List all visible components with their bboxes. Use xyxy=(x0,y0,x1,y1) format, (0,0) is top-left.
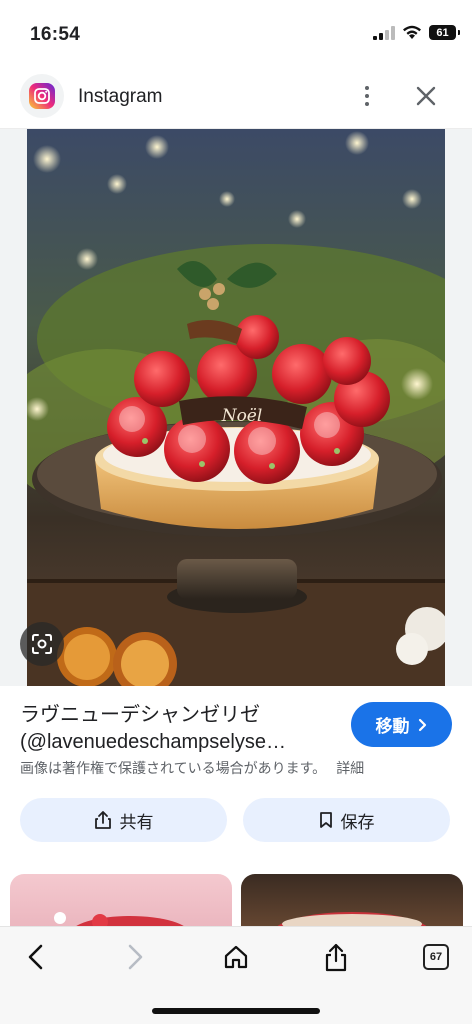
wifi-icon xyxy=(403,25,421,39)
browser-share-button[interactable] xyxy=(316,937,356,977)
image-info: ラヴニューデシャンゼリゼ (@lavenuedeschampselyse… 移動… xyxy=(0,686,472,796)
viewer-header: Instagram xyxy=(0,66,472,129)
save-label: 保存 xyxy=(340,812,375,832)
source-title-line2: (@lavenuedeschampselyse… xyxy=(20,731,286,753)
share-button[interactable]: 共有 xyxy=(20,798,227,842)
home-indicator xyxy=(152,1008,320,1014)
save-button[interactable]: 保存 xyxy=(243,798,450,842)
action-buttons: 共有 保存 xyxy=(0,798,472,842)
share-icon xyxy=(94,811,111,829)
visit-button[interactable]: 移動 xyxy=(351,702,452,747)
source-title[interactable]: ラヴニューデシャンゼリゼ (@lavenuedeschampselyse… xyxy=(20,702,335,756)
status-bar: 16:54 61 xyxy=(0,0,472,66)
related-image-thumb[interactable] xyxy=(241,874,463,926)
copyright-text: 画像は著作権で保護されている場合があります。 xyxy=(20,760,327,776)
status-time: 16:54 xyxy=(30,24,81,45)
forward-button[interactable] xyxy=(115,937,155,977)
page: 16:54 61 Instagram Noël ラヴニューデシャンゼリゼ (@l… xyxy=(0,0,472,1024)
browser-toolbar: 67 xyxy=(0,926,472,1024)
details-link[interactable]: 詳細 xyxy=(336,760,364,776)
visit-label: 移動 xyxy=(375,717,410,736)
related-images xyxy=(0,874,472,926)
related-image-thumb[interactable] xyxy=(10,874,232,926)
copyright-notice: 画像は著作権で保護されている場合があります。 詳細 xyxy=(20,758,364,778)
chevron-left-icon xyxy=(28,944,43,970)
tab-count: 67 xyxy=(423,944,449,970)
battery-icon: 61 xyxy=(429,25,460,40)
home-icon xyxy=(224,945,248,969)
source-name: Instagram xyxy=(78,86,163,107)
battery-level: 61 xyxy=(436,26,449,39)
lens-search-icon[interactable] xyxy=(20,622,64,666)
bookmark-icon xyxy=(319,812,332,828)
chevron-right-icon xyxy=(128,944,143,970)
more-options-icon[interactable] xyxy=(352,80,382,112)
source-title-line1: ラヴニューデシャンゼリゼ xyxy=(20,704,260,726)
tabs-button[interactable]: 67 xyxy=(416,937,456,977)
share-label: 共有 xyxy=(119,812,154,832)
close-icon[interactable] xyxy=(410,80,442,112)
source-avatar[interactable] xyxy=(20,74,64,118)
share-icon xyxy=(325,943,347,972)
home-button[interactable] xyxy=(216,937,256,977)
plaque-text: Noël xyxy=(221,406,263,426)
back-button[interactable] xyxy=(16,937,56,977)
image-viewer[interactable]: Noël xyxy=(0,129,472,686)
chevron-right-icon xyxy=(418,718,426,731)
status-icons: 61 xyxy=(373,25,460,40)
cellular-signal-icon xyxy=(373,25,395,40)
instagram-icon xyxy=(29,83,55,109)
cake-photo[interactable]: Noël xyxy=(27,129,445,686)
